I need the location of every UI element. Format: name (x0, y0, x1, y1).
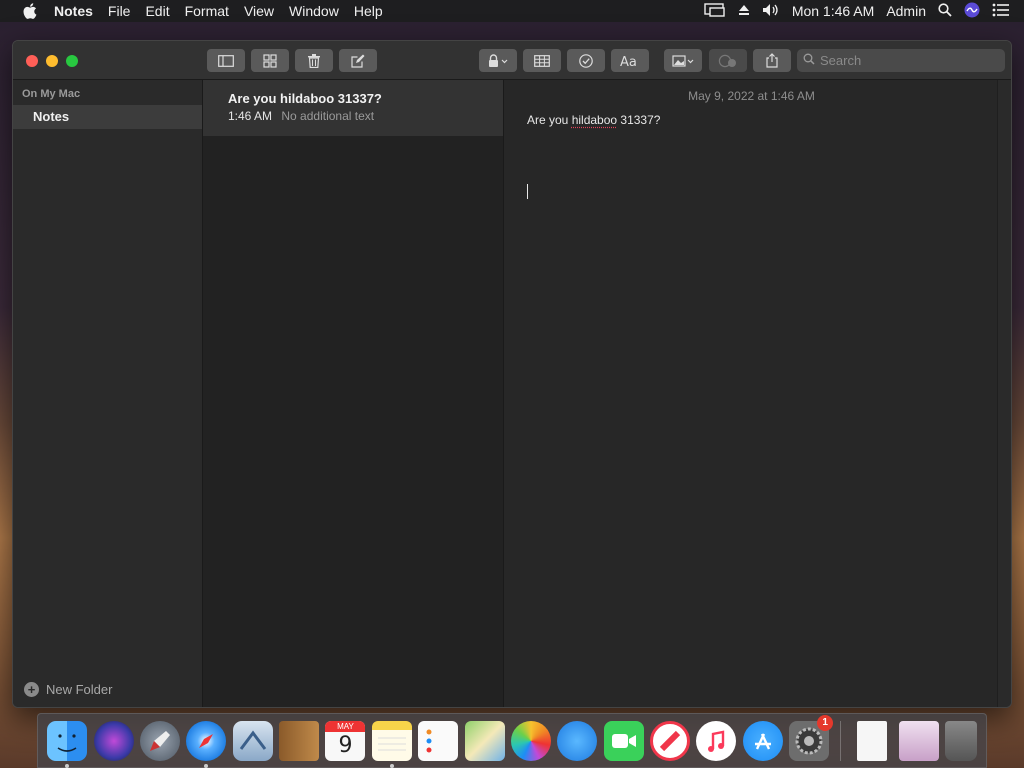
downloads-stack-icon[interactable] (898, 720, 939, 761)
menubar-user[interactable]: Admin (886, 3, 926, 19)
calendar-month: MAY (325, 720, 366, 732)
misspelled-word[interactable]: hildaboo (572, 113, 617, 127)
mail-icon[interactable] (232, 720, 273, 761)
new-folder-button[interactable]: + New Folder (24, 682, 112, 697)
messages-icon[interactable] (557, 720, 598, 761)
note-text-start: Are you (527, 113, 572, 127)
note-title: Are you hildaboo 31337? (228, 91, 382, 106)
screen-mirroring-icon[interactable] (704, 2, 726, 20)
note-text-end: 31337? (617, 113, 661, 127)
text-format-icon: Aa (620, 54, 640, 68)
dock-separator (840, 720, 842, 761)
menu-window[interactable]: Window (289, 3, 350, 19)
photo-icon (672, 54, 694, 68)
menu-help[interactable]: Help (354, 3, 394, 19)
notes-window: Aa Search On My Mac Notes + New Folder A… (12, 40, 1012, 708)
music-icon[interactable] (696, 720, 737, 761)
notes-icon[interactable] (371, 720, 412, 768)
menu-view[interactable]: View (244, 3, 285, 19)
text-cursor (527, 184, 528, 199)
menu-file[interactable]: File (108, 3, 142, 19)
lock-icon (488, 53, 508, 68)
spotlight-search-icon[interactable] (938, 2, 952, 20)
running-indicator (204, 763, 209, 768)
zoom-window-button[interactable] (66, 55, 78, 67)
search-icon (803, 53, 815, 68)
menu-edit[interactable]: Edit (145, 3, 180, 19)
reminders-icon[interactable] (418, 720, 459, 761)
toggle-sidebar-button[interactable] (207, 49, 245, 72)
menu-format[interactable]: Format (185, 3, 240, 19)
format-text-button[interactable]: Aa (611, 49, 649, 72)
editor-scrollbar[interactable] (997, 80, 1011, 707)
window-toolbar: Aa Search (13, 41, 1011, 80)
app-store-icon[interactable] (742, 720, 783, 761)
list-item[interactable]: Are you hildaboo 31337? 1:46 AM No addit… (203, 80, 503, 136)
add-media-button[interactable] (664, 49, 702, 72)
table-icon (534, 54, 550, 67)
notification-badge: 1 (817, 714, 834, 731)
note-preview: No additional text (281, 109, 375, 123)
running-indicator (65, 763, 70, 768)
share-button[interactable] (753, 49, 791, 72)
search-field[interactable]: Search (797, 49, 1005, 72)
volume-icon[interactable] (762, 3, 780, 20)
contacts-icon[interactable] (279, 720, 320, 761)
gallery-view-button[interactable] (251, 49, 289, 72)
sidebar-icon (218, 54, 234, 67)
trash-icon[interactable] (944, 720, 977, 761)
note-date: May 9, 2022 at 1:46 AM (688, 89, 815, 103)
checklist-button[interactable] (567, 49, 605, 72)
trash-icon (308, 53, 320, 68)
photos-icon[interactable] (510, 720, 551, 761)
table-button[interactable] (523, 49, 561, 72)
compose-icon (351, 54, 365, 68)
launchpad-icon[interactable] (139, 720, 180, 761)
apple-menu-icon[interactable] (20, 3, 40, 19)
delete-note-button[interactable] (295, 49, 333, 72)
checkmark-circle-icon (579, 53, 593, 68)
notification-center-icon[interactable] (992, 3, 1010, 20)
menubar-clock[interactable]: Mon 1:46 AM (792, 3, 875, 19)
eject-icon[interactable] (738, 3, 750, 19)
share-icon (766, 53, 778, 68)
calendar-icon[interactable]: MAY 9 (325, 720, 366, 761)
close-window-button[interactable] (26, 55, 38, 67)
maps-icon[interactable] (464, 720, 505, 761)
grid-icon (263, 53, 277, 68)
add-people-icon (717, 54, 739, 68)
sidebar-folder-notes[interactable]: Notes (13, 105, 202, 129)
note-body[interactable]: Are you hildaboo 31337? (527, 113, 660, 127)
menubar-status-area: Mon 1:46 AM Admin (704, 0, 1010, 22)
note-editor[interactable]: May 9, 2022 at 1:46 AM Are you hildaboo … (504, 80, 999, 707)
facetime-icon[interactable] (603, 720, 644, 761)
lock-note-button[interactable] (479, 49, 517, 72)
sidebar-section-label: On My Mac (22, 88, 81, 100)
calendar-day: 9 (338, 732, 353, 758)
document-icon[interactable] (857, 720, 888, 761)
plus-circle-icon: + (24, 682, 39, 697)
folders-sidebar: On My Mac Notes + New Folder (13, 80, 203, 707)
add-people-button[interactable] (709, 49, 747, 72)
menu-app-name[interactable]: Notes (54, 3, 104, 19)
svg-text:Aa: Aa (620, 55, 637, 68)
news-icon[interactable] (650, 720, 691, 761)
finder-icon[interactable] (47, 720, 88, 768)
new-folder-label: New Folder (46, 682, 113, 697)
siri-icon[interactable] (93, 720, 134, 761)
running-indicator (389, 763, 394, 768)
new-note-button[interactable] (339, 49, 377, 72)
dock: MAY 9 1 (37, 713, 987, 768)
search-placeholder: Search (820, 53, 862, 68)
siri-menubar-icon[interactable] (964, 2, 980, 21)
note-list: Are you hildaboo 31337? 1:46 AM No addit… (203, 80, 504, 707)
note-time: 1:46 AM (228, 109, 273, 123)
system-preferences-icon[interactable]: 1 (789, 714, 834, 761)
note-meta: 1:46 AM No additional text (228, 109, 374, 123)
minimize-window-button[interactable] (46, 55, 58, 67)
menu-bar: Notes File Edit Format View Window Help … (0, 0, 1024, 22)
safari-icon[interactable] (186, 720, 227, 768)
